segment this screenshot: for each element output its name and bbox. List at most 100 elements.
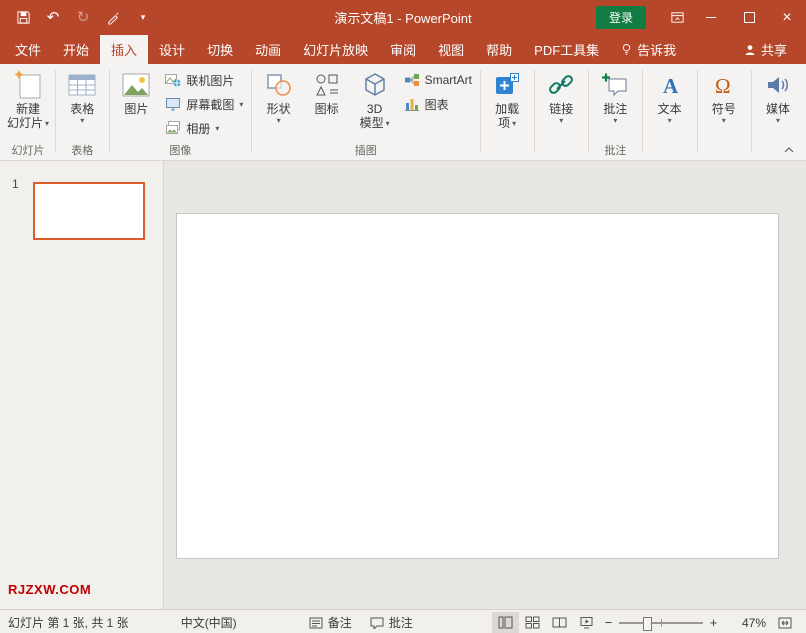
online-pictures-button[interactable]: 联机图片: [160, 68, 248, 92]
tab-help[interactable]: 帮助: [475, 35, 523, 64]
icons-label: 图标: [315, 102, 339, 116]
photo-album-button[interactable]: 相册 ▾: [160, 116, 248, 140]
3d-models-label-text: 模型: [360, 116, 384, 130]
person-icon: [744, 44, 756, 56]
statusbar-right-controls: − + 47%: [492, 612, 798, 633]
slide-thumbnail-panel: 1 RJZXW.COM: [0, 161, 164, 609]
zoom-slider[interactable]: [619, 614, 703, 632]
chevron-down-icon: ▾: [45, 119, 49, 128]
collapse-ribbon-button[interactable]: [780, 143, 798, 157]
addins-icon: [493, 68, 521, 102]
ribbon-display-options-button[interactable]: [662, 4, 692, 32]
tab-review[interactable]: 审阅: [379, 35, 427, 64]
tab-tell-me[interactable]: 告诉我: [610, 35, 687, 64]
notes-icon: [309, 617, 323, 629]
customize-qat-button[interactable]: ▾: [128, 4, 158, 32]
tab-share[interactable]: 共享: [733, 35, 798, 64]
touch-mode-icon: [106, 10, 121, 25]
quick-access-toolbar: ↶ ↻ ▾: [8, 0, 158, 35]
fit-to-window-button[interactable]: [772, 612, 798, 633]
zoom-in-button[interactable]: +: [705, 612, 722, 633]
minimize-button[interactable]: [692, 0, 730, 35]
maximize-button[interactable]: [730, 0, 768, 35]
smartart-button[interactable]: SmartArt: [399, 68, 477, 92]
slide-thumbnail[interactable]: [33, 182, 145, 240]
online-pictures-icon: [165, 73, 181, 87]
zoom-out-button[interactable]: −: [600, 612, 617, 633]
symbols-group-button[interactable]: Ω 符号 ▾: [700, 67, 748, 126]
slide-indicator[interactable]: 幻灯片 第 1 张, 共 1 张: [8, 614, 129, 631]
tab-pdf-tools[interactable]: PDF工具集: [523, 35, 610, 64]
table-button[interactable]: 表格 ▾: [58, 67, 106, 126]
close-button[interactable]: ×: [768, 0, 806, 35]
tab-transitions[interactable]: 切换: [196, 35, 244, 64]
new-comment-button[interactable]: 批注 ▾: [591, 67, 639, 126]
chevron-up-icon: [784, 147, 794, 153]
comments-button[interactable]: 批注: [370, 614, 413, 631]
chart-button[interactable]: 图表: [399, 92, 477, 116]
slide-canvas[interactable]: [177, 214, 778, 558]
slide-indicator-label: 幻灯片 第 1 张, 共 1 张: [8, 614, 129, 631]
new-slide-icon: [13, 68, 43, 102]
tab-animations[interactable]: 动画: [244, 35, 292, 64]
sign-in-button[interactable]: 登录: [596, 6, 646, 29]
group-label-slides: 幻灯片: [2, 145, 54, 160]
tab-home[interactable]: 开始: [52, 35, 100, 64]
screenshot-button[interactable]: 屏幕截图 ▾: [160, 92, 248, 116]
text-group-button[interactable]: A 文本 ▾: [646, 67, 694, 126]
save-button[interactable]: [8, 4, 38, 32]
chart-icon: [404, 97, 420, 111]
undo-icon: ↶: [47, 10, 60, 25]
3d-models-button[interactable]: 3D 模型 ▾: [351, 67, 399, 131]
ribbon-group-symbols-content: Ω 符号 ▾: [698, 64, 750, 145]
touch-mode-button[interactable]: [98, 4, 128, 32]
ribbon: 新建 幻灯片 ▾ 幻灯片: [0, 64, 806, 161]
ribbon-group-addins-content: 加载 项 ▾: [481, 64, 533, 145]
link-button[interactable]: 链接 ▾: [537, 67, 585, 126]
tab-slideshow[interactable]: 幻灯片放映: [292, 35, 379, 64]
text-group-label: 文本: [658, 102, 682, 116]
slideshow-icon: [579, 616, 594, 629]
addins-label-line1: 加载: [495, 102, 519, 116]
group-label-tables: 表格: [56, 145, 108, 160]
editing-area: [164, 161, 806, 609]
reading-view-button[interactable]: [546, 612, 573, 633]
group-label-illustrations: 插图: [253, 145, 479, 160]
chevron-down-icon: ▾: [776, 116, 780, 125]
undo-button[interactable]: ↶: [38, 4, 68, 32]
tab-file[interactable]: 文件: [4, 35, 52, 64]
slideshow-button[interactable]: [573, 612, 600, 633]
zoom-slider-thumb[interactable]: [643, 617, 652, 631]
table-label: 表格: [70, 102, 94, 116]
addins-button[interactable]: 加载 项 ▾: [483, 67, 531, 131]
ribbon-group-links-content: 链接 ▾: [535, 64, 587, 145]
shapes-button[interactable]: 形状 ▾: [255, 67, 303, 126]
maximize-icon: [744, 12, 755, 23]
ribbon-group-illustrations: 形状 ▾ 图标: [253, 64, 479, 160]
ribbon-group-comments-content: 批注 ▾: [589, 64, 641, 145]
table-icon: [68, 68, 96, 102]
notes-button[interactable]: 备注: [309, 614, 352, 631]
pictures-button[interactable]: 图片: [112, 67, 160, 117]
language-indicator[interactable]: 中文(中国): [181, 614, 237, 631]
new-slide-label-line1: 新建: [16, 102, 40, 116]
slide-sorter-icon: [525, 616, 540, 629]
chart-label: 图表: [425, 96, 449, 113]
normal-view-button[interactable]: [492, 612, 519, 633]
new-slide-label-line2: 幻灯片 ▾: [7, 116, 49, 130]
tab-design[interactable]: 设计: [148, 35, 196, 64]
smartart-label: SmartArt: [425, 73, 472, 87]
tab-view[interactable]: 视图: [427, 35, 475, 64]
media-group-button[interactable]: 媒体 ▾: [754, 67, 802, 126]
tab-insert[interactable]: 插入: [100, 35, 148, 64]
group-label-links: [535, 145, 587, 160]
close-icon: ×: [782, 9, 791, 27]
zoom-level[interactable]: 47%: [728, 616, 766, 630]
addins-label-text: 项: [498, 116, 510, 130]
icons-button[interactable]: 图标: [303, 67, 351, 117]
comments-label: 批注: [389, 614, 413, 631]
tab-tell-me-label: 告诉我: [637, 40, 676, 59]
slide-sorter-view-button[interactable]: [519, 612, 546, 633]
new-slide-button[interactable]: 新建 幻灯片 ▾: [4, 67, 52, 131]
redo-button[interactable]: ↻: [68, 4, 98, 32]
